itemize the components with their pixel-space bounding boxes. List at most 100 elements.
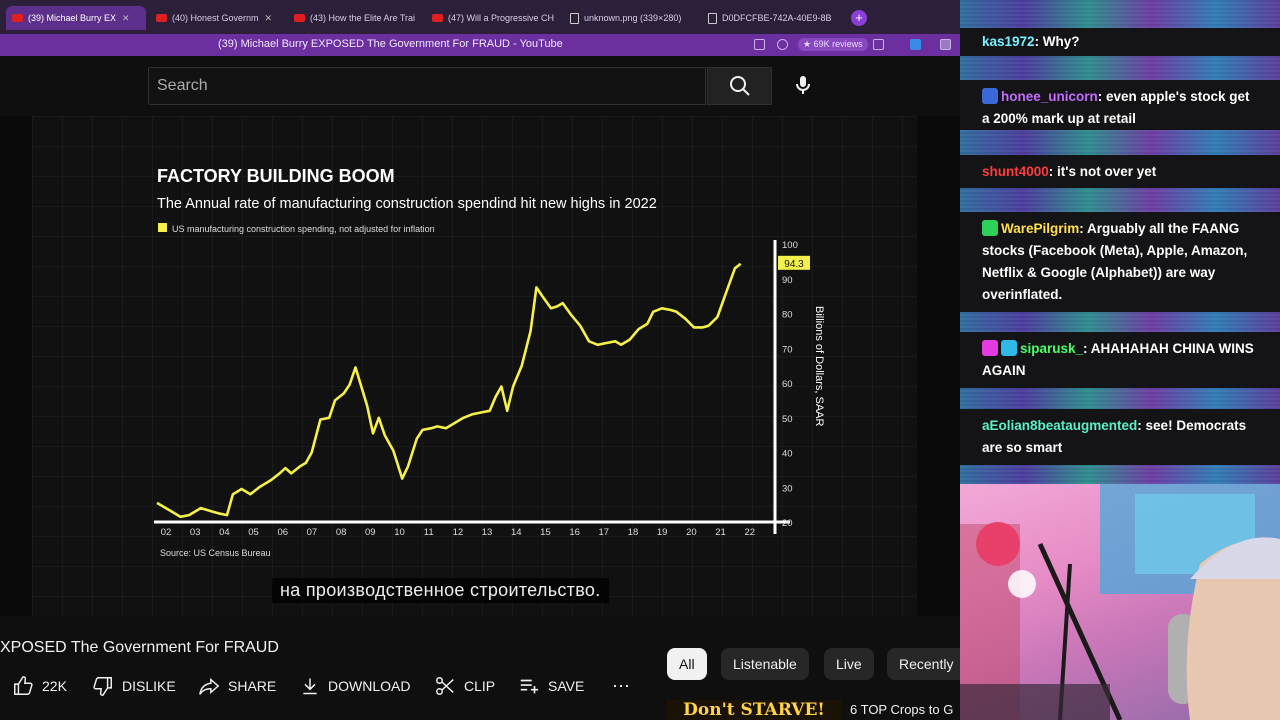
browser-tab[interactable]: (47) Will a Progressive CH [426,6,560,30]
share-button[interactable]: SHARE [198,674,276,698]
chart-subtitle: The Annual rate of manufacturing constru… [157,196,657,212]
playlist-add-icon [520,679,539,694]
x-tick-label: 19 [657,527,668,538]
extension-icon[interactable] [910,39,921,50]
chip-live[interactable]: Live [824,648,874,680]
chat-message: kas1972: Why? [960,28,1280,56]
last-value-label: 94.3 [784,259,804,270]
youtube-icon [156,14,167,22]
window-title: (39) Michael Burry EXPOSED The Governmen… [218,38,563,50]
chat-message: aEolian8beataugmented: see! Democrats ar… [960,409,1280,465]
video-subtitle: на производственное строительство. [272,578,609,603]
scissors-icon [436,677,454,695]
reader-icon[interactable] [754,39,765,50]
x-tick-label: 20 [686,527,697,538]
x-tick-label: 13 [482,527,493,538]
heart-badge-icon [982,340,998,356]
x-tick-label: 16 [569,527,580,538]
y-tick-label: 20 [782,518,793,529]
browser-tab[interactable]: (43) How the Elite Are Trai [288,6,422,30]
x-tick-label: 15 [540,527,551,538]
chip-all[interactable]: All [667,648,707,680]
new-tab-button[interactable]: + [851,10,867,26]
chip-listenable[interactable]: Listenable [721,648,809,680]
close-tab-icon[interactable]: ✕ [122,13,130,24]
x-tick-label: 14 [511,527,522,538]
close-tab-icon[interactable]: ✕ [265,13,273,24]
reviews-badge[interactable]: ★ 69K reviews [798,38,868,51]
share-icon [199,677,220,695]
y-tick-label: 90 [782,275,793,286]
document-icon [570,12,579,24]
chip-recently[interactable]: Recently [887,648,966,680]
x-tick-label: 08 [336,527,347,538]
chart-title: FACTORY BUILDING BOOM [157,166,395,186]
browser-tab[interactable]: (39) Michael Burry EX ✕ [6,6,146,30]
y-tick-label: 60 [782,379,793,390]
webcam-overlay [960,484,1280,720]
x-tick-label: 21 [715,527,726,538]
recommended-video-title[interactable]: 6 TOP Crops to G [850,702,960,717]
thumbs-up-icon [14,676,33,695]
x-tick-label: 22 [744,527,755,538]
youtube-icon [294,14,305,22]
bookmark-icon[interactable] [873,39,884,50]
browser-tab[interactable]: (40) Honest Governm ✕ [150,6,284,30]
chart-source: Source: US Census Bureau [160,548,271,558]
x-tick-label: 17 [599,527,610,538]
youtube-icon [12,14,23,22]
crown-badge-icon [1001,340,1017,356]
chat-message: honee_unicorn: even apple's stock get a … [960,80,1280,130]
x-tick-label: 05 [248,527,259,538]
y-axis-label: Billions of Dollars, SAAR [813,306,825,426]
browser-tab[interactable]: D0DFCFBE-742A-40E9-8B [702,6,836,30]
x-tick-label: 06 [277,527,288,538]
youtube-icon [432,14,443,22]
thumbs-down-icon [93,677,112,696]
webcam-image [960,484,1280,720]
x-tick-label: 03 [190,527,201,538]
youtube-header: Search [0,56,960,116]
y-tick-label: 80 [782,310,793,321]
window-title-bar: (39) Michael Burry EXPOSED The Governmen… [0,34,960,56]
x-tick-label: 09 [365,527,376,538]
y-tick-label: 70 [782,344,793,355]
chat-message: siparusk_: AHAHAHAH CHINA WINS AGAIN [960,332,1280,388]
x-tick-label: 07 [307,527,318,538]
recommended-video-thumbnail[interactable]: Don't STARVE! [666,700,842,720]
line-chart: FACTORY BUILDING BOOM The Annual rate of… [32,116,917,616]
subscriber-badge-icon [982,88,998,104]
x-tick-label: 04 [219,527,230,538]
x-tick-label: 02 [161,527,172,538]
moderator-badge-icon [982,220,998,236]
chat-message: shunt4000: it's not over yet [960,155,1280,188]
more-options-icon[interactable]: ⋯ [612,674,630,698]
search-icon [730,76,750,96]
download-button[interactable]: DOWNLOAD [300,674,410,698]
legend-swatch [158,223,167,232]
video-player[interactable]: FACTORY BUILDING BOOM The Annual rate of… [0,116,960,616]
y-tick-label: 100 [782,240,798,251]
y-tick-label: 50 [782,414,793,425]
profile-icon[interactable] [940,39,951,50]
chart-panel: FACTORY BUILDING BOOM The Annual rate of… [32,116,917,616]
search-input[interactable]: Search [148,67,706,105]
document-icon [708,12,717,24]
browser-tab[interactable]: unknown.png (339×280) [564,6,698,30]
x-tick-label: 18 [628,527,639,538]
chart-legend: US manufacturing construction spending, … [172,224,435,234]
x-tick-label: 11 [424,527,434,538]
microphone-icon[interactable] [791,73,815,97]
x-tick-label: 10 [394,527,405,538]
browser-tab-strip: (39) Michael Burry EX ✕ (40) Honest Gove… [0,0,960,34]
download-icon [303,678,317,695]
like-button[interactable]: 22K [12,674,67,698]
dislike-button[interactable]: DISLIKE [92,674,176,698]
search-button[interactable] [707,67,772,105]
clip-button[interactable]: CLIP [434,674,495,698]
x-tick-label: 12 [453,527,464,538]
chat-message: WarePilgrim: Arguably all the FAANG stoc… [960,212,1280,312]
save-button[interactable]: SAVE [518,674,584,698]
extension-icon[interactable] [777,39,788,50]
y-tick-label: 30 [782,483,793,494]
